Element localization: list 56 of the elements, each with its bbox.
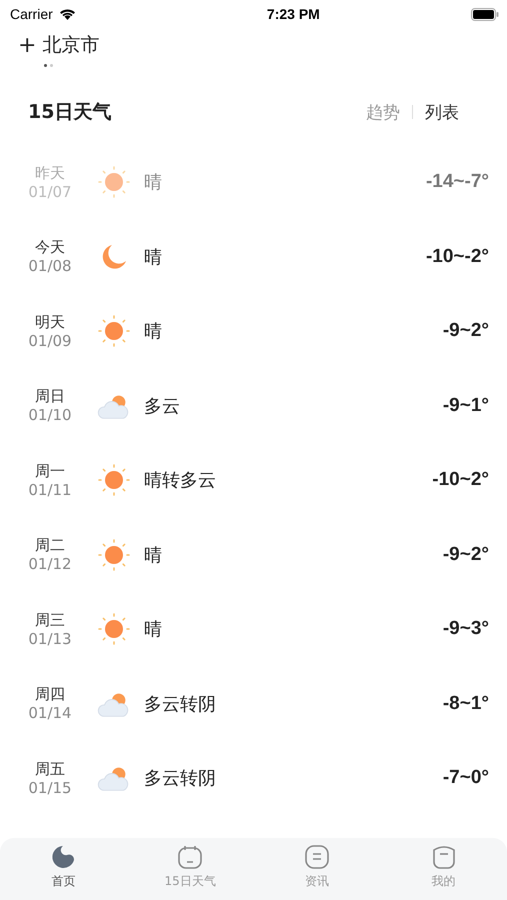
wifi-icon [58, 8, 76, 20]
date-label: 01/15 [28, 778, 72, 797]
date-label: 01/11 [28, 480, 72, 499]
date-label: 01/14 [28, 704, 72, 722]
day-label: 周三 [35, 610, 65, 630]
tab-bar-item[interactable]: 首页 [0, 838, 127, 900]
temperature-range: -9~1° [442, 394, 489, 417]
weather-condition: 晴 [144, 544, 163, 567]
day-label: 周日 [35, 387, 65, 406]
temperature-range: -9~2° [442, 320, 489, 342]
weather-condition: 晴 [144, 246, 163, 269]
day-label: 昨天 [35, 164, 65, 183]
tab-bar-item[interactable]: 我的 [380, 838, 507, 900]
status-time: 7:23 PM [266, 6, 320, 22]
carrier-label: Carrier [10, 6, 53, 22]
sun-icon [96, 536, 132, 573]
news-icon [302, 844, 331, 870]
sun-icon [96, 611, 132, 648]
weather-condition: 多云转阴 [144, 692, 217, 716]
day-label: 周一 [35, 462, 65, 481]
view-toggle-tab[interactable]: 列表 [413, 100, 471, 124]
weather-condition: 晴 [144, 320, 163, 344]
sun-icon [96, 462, 132, 498]
day-label: 今天 [35, 238, 65, 258]
forecast-title: 15日天气 [28, 100, 112, 125]
weather-condition: 多云转阴 [144, 767, 217, 790]
day-label: 周五 [35, 760, 65, 779]
date-label: 01/13 [28, 630, 72, 648]
date-label: 01/09 [28, 332, 72, 350]
temperature-range: -10~-2° [426, 246, 489, 268]
date-label: 01/10 [28, 406, 72, 424]
sun-icon [96, 313, 132, 350]
day-label: 周二 [35, 536, 65, 556]
battery-icon [470, 8, 499, 20]
date-label: 01/08 [28, 257, 72, 276]
add-city-button[interactable]: + [18, 32, 36, 58]
temperature-range: -7~0° [442, 767, 489, 790]
temperature-range: -9~3° [442, 618, 489, 640]
tab-bar-item[interactable]: 资讯 [254, 838, 380, 900]
sun-icon [96, 164, 132, 200]
temperature-range: -9~2° [442, 544, 489, 566]
view-toggle-tab[interactable]: 趋势 [354, 100, 412, 124]
date-label: 01/12 [28, 555, 72, 574]
weather-condition: 晴 [144, 618, 163, 642]
temperature-range: -8~1° [442, 692, 489, 715]
city-name: 北京市 [42, 33, 100, 58]
day-label: 明天 [35, 312, 65, 332]
weather-condition: 多云 [144, 394, 181, 418]
temperature-range: -14~-7° [426, 171, 489, 194]
date-label: 01/07 [28, 182, 72, 201]
weather-condition: 晴 [144, 171, 163, 194]
day-label: 周四 [35, 685, 65, 704]
tab-bar-item[interactable]: 15日天气 [126, 838, 254, 900]
temperature-range: -10~2° [432, 469, 489, 492]
calendar-icon [176, 844, 204, 870]
weather-condition: 晴转多云 [144, 469, 217, 492]
